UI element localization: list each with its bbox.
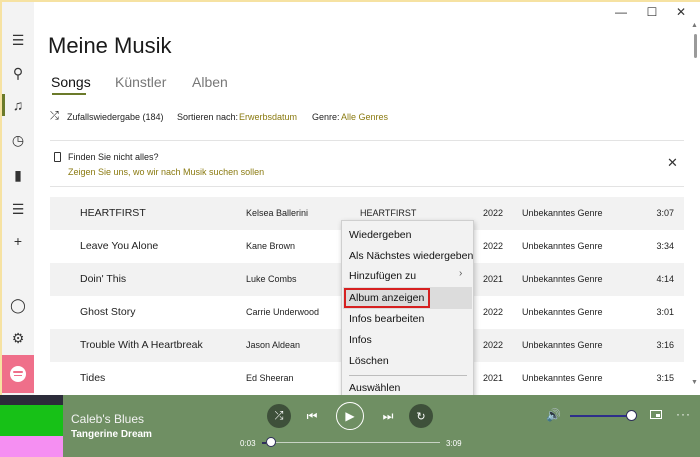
close-button[interactable]: ✕ (666, 3, 696, 21)
total-time: 3:09 (446, 439, 462, 448)
tab-artists[interactable]: Künstler (115, 74, 166, 90)
album-art[interactable] (0, 395, 63, 457)
maximize-button[interactable]: ☐ (637, 3, 667, 21)
shuffle-button[interactable]: Zufallswiedergabe (184) (67, 112, 164, 122)
context-menu: Wiedergeben Als Nächstes wiedergeben Hin… (341, 220, 474, 400)
minimize-button[interactable]: — (606, 3, 636, 21)
playlist-icon[interactable]: ☰ (2, 194, 34, 224)
next-icon[interactable]: ⏭ (378, 406, 398, 426)
scroll-down-arrow[interactable]: ▼ (691, 379, 698, 386)
song-duration: 3:07 (656, 208, 674, 218)
song-genre: Unbekanntes Genre (522, 241, 603, 251)
song-artist[interactable]: Carrie Underwood (246, 307, 319, 317)
menu-item-play[interactable]: Wiedergeben (349, 229, 411, 241)
menu-icon[interactable]: ☰ (2, 25, 34, 55)
shuffle-icon[interactable]: ⤮ (267, 404, 291, 428)
song-year: 2022 (483, 307, 504, 317)
close-icon[interactable]: ✕ (667, 155, 678, 171)
search-icon[interactable]: ⚲ (2, 58, 34, 88)
sort-dropdown[interactable]: Erwerbsdatum (239, 112, 297, 122)
play-icon[interactable]: ▶ (336, 402, 364, 430)
sort-label: Sortieren nach: (177, 112, 239, 122)
phone-icon (54, 152, 61, 162)
song-genre: Unbekanntes Genre (522, 274, 603, 284)
miniplayer-icon[interactable] (650, 410, 662, 419)
volume-knob[interactable] (626, 410, 637, 421)
song-title: Tides (80, 372, 106, 384)
now-playing-artist[interactable]: Tangerine Dream (71, 429, 152, 440)
song-genre: Unbekanntes Genre (522, 340, 603, 350)
menu-item-select[interactable]: Auswählen (349, 382, 400, 394)
song-title: Ghost Story (80, 306, 136, 318)
menu-divider (349, 375, 467, 376)
volume-slider[interactable] (570, 415, 626, 417)
repeat-icon[interactable]: ↻ (409, 404, 433, 428)
tab-albums[interactable]: Alben (192, 74, 228, 90)
divider (50, 140, 684, 141)
song-year: 2022 (483, 208, 504, 218)
chevron-right-icon: › (459, 268, 463, 279)
song-duration: 3:34 (656, 241, 674, 251)
song-year: 2021 (483, 274, 504, 284)
song-year: 2022 (483, 241, 504, 251)
menu-item-info[interactable]: Infos (349, 334, 372, 346)
equalizer-icon[interactable]: ▮ (2, 160, 34, 190)
progress-knob[interactable] (266, 437, 276, 447)
now-playing-title[interactable]: Caleb's Blues (71, 412, 144, 426)
gear-icon[interactable]: ⚙ (2, 323, 34, 353)
shuffle-icon[interactable]: ⤮ (50, 110, 59, 123)
tab-songs[interactable]: Songs (51, 74, 91, 90)
tab-underline (52, 93, 86, 95)
song-duration: 3:15 (656, 373, 674, 383)
player-bar: Caleb's Blues Tangerine Dream ⤮ ⏮ ▶ ⏭ ↻ … (0, 395, 700, 457)
more-icon[interactable]: ··· (676, 407, 691, 421)
scrollbar-thumb[interactable] (694, 34, 697, 58)
menu-item-play-next[interactable]: Als Nächstes wiedergeben (349, 250, 473, 262)
volume-icon[interactable]: 🔊 (546, 408, 561, 422)
music-note-icon[interactable]: ♫ (2, 90, 34, 120)
divider (50, 186, 684, 187)
progress-track[interactable] (262, 442, 440, 443)
menu-item-show-album[interactable]: Album anzeigen (349, 292, 424, 304)
spotify-icon[interactable] (2, 355, 34, 393)
song-album[interactable]: HEARTFIRST (360, 208, 416, 218)
song-artist[interactable]: Ed Sheeran (246, 373, 294, 383)
hint-question: Finden Sie nicht alles? (68, 152, 159, 162)
clock-icon[interactable]: ◷ (2, 125, 34, 155)
song-artist[interactable]: Kelsea Ballerini (246, 208, 308, 218)
song-duration: 3:16 (656, 340, 674, 350)
song-year: 2022 (483, 340, 504, 350)
song-genre: Unbekanntes Genre (522, 208, 603, 218)
song-title: HEARTFIRST (80, 207, 146, 219)
song-duration: 4:14 (656, 274, 674, 284)
page-title: Meine Musik (48, 33, 172, 58)
song-artist[interactable]: Luke Combs (246, 274, 297, 284)
song-artist[interactable]: Kane Brown (246, 241, 295, 251)
menu-item-add-to[interactable]: Hinzufügen zu (349, 270, 416, 282)
hint-link[interactable]: Zeigen Sie uns, wo wir nach Musik suchen… (68, 167, 264, 177)
sidebar: ☰ ⚲ ♫ ◷ ▮ ☰ + ◯ ⚙ (2, 2, 34, 395)
genre-label: Genre: (312, 112, 340, 122)
song-year: 2021 (483, 373, 504, 383)
song-title: Doin' This (80, 273, 127, 285)
song-artist[interactable]: Jason Aldean (246, 340, 300, 350)
title-bar-accent (0, 0, 700, 2)
add-icon[interactable]: + (2, 226, 34, 256)
menu-item-delete[interactable]: Löschen (349, 355, 389, 367)
song-title: Trouble With A Heartbreak (80, 339, 203, 351)
elapsed-time: 0:03 (240, 439, 256, 448)
song-title: Leave You Alone (80, 240, 159, 252)
genre-dropdown[interactable]: Alle Genres (341, 112, 388, 122)
previous-icon[interactable]: ⏮ (302, 406, 322, 426)
menu-item-edit-info[interactable]: Infos bearbeiten (349, 313, 424, 325)
song-genre: Unbekanntes Genre (522, 307, 603, 317)
user-icon[interactable]: ◯ (2, 290, 34, 320)
song-genre: Unbekanntes Genre (522, 373, 603, 383)
scroll-up-arrow[interactable]: ▲ (691, 22, 698, 29)
song-duration: 3:01 (656, 307, 674, 317)
